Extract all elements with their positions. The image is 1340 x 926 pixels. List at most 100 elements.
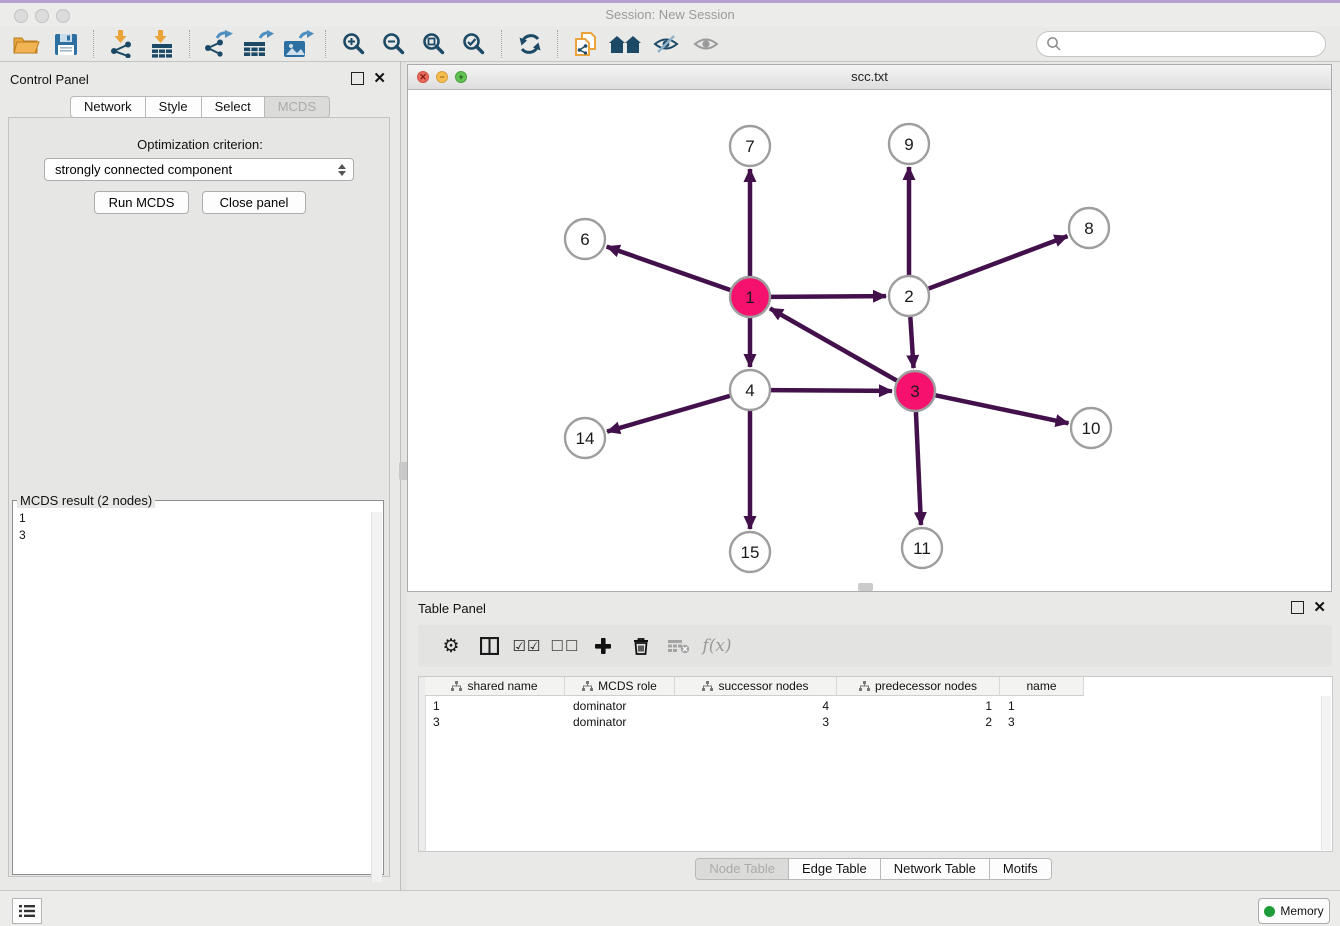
column-header-predecessor-nodes[interactable]: predecessor nodes (837, 677, 1000, 696)
close-window-icon[interactable] (14, 9, 28, 23)
table-toolbar: ⚙ ☑☑ ☐☐ (418, 625, 1332, 667)
split-view-button[interactable] (470, 637, 508, 655)
tab-select[interactable]: Select (202, 96, 265, 118)
zoom-window-icon[interactable] (56, 9, 70, 23)
close-panel-button[interactable]: Close panel (202, 191, 306, 214)
control-panel: Control Panel ✕ NetworkStyleSelectMCDS O… (0, 62, 400, 890)
run-mcds-button[interactable]: Run MCDS (94, 191, 189, 214)
control-panel-tabs: NetworkStyleSelectMCDS (0, 96, 400, 118)
cell-successor-nodes[interactable]: 4 (675, 698, 837, 714)
graph-edge-2-8[interactable] (929, 236, 1068, 288)
graph-edge-3-11[interactable] (916, 412, 921, 525)
zoom-selected-button[interactable] (454, 28, 494, 60)
tab-node-table[interactable]: Node Table (695, 858, 789, 880)
export-image-button[interactable] (278, 28, 318, 60)
task-history-button[interactable] (12, 898, 42, 924)
tab-network-table[interactable]: Network Table (881, 858, 990, 880)
memory-button[interactable]: Memory (1258, 898, 1330, 924)
delete-table-button[interactable] (660, 639, 698, 654)
import-table-icon (148, 30, 176, 58)
close-table-panel-icon[interactable]: ✕ (1313, 602, 1326, 613)
tab-style[interactable]: Style (146, 96, 202, 118)
tab-edge-table[interactable]: Edge Table (789, 858, 881, 880)
zoom-out-icon (382, 32, 406, 56)
graph-node-label-11: 11 (913, 539, 931, 558)
deselect-all-columns-button[interactable]: ☐☐ (546, 637, 584, 655)
refresh-button[interactable] (510, 28, 550, 60)
zoom-fit-button[interactable] (414, 28, 454, 60)
optimization-criterion-label: Optimization criterion: (0, 137, 400, 152)
cell-predecessor-nodes[interactable]: 2 (837, 714, 1000, 730)
cell-name[interactable]: 3 (1000, 714, 1084, 730)
import-network-button[interactable] (102, 28, 142, 60)
graph-node-label-3: 3 (910, 382, 919, 401)
network-maximize-icon[interactable]: + (455, 71, 467, 83)
tab-mcds[interactable]: MCDS (265, 96, 330, 118)
search-input[interactable] (1036, 31, 1326, 57)
import-table-button[interactable] (142, 28, 182, 60)
graph-edge-2-3[interactable] (910, 317, 913, 368)
tab-network[interactable]: Network (70, 96, 146, 118)
column-header-successor-nodes[interactable]: successor nodes (675, 677, 837, 696)
toolbar-separator (325, 30, 327, 58)
cell-successor-nodes[interactable]: 3 (675, 714, 837, 730)
delete-row-button[interactable] (622, 637, 660, 655)
graph-edge-4-3[interactable] (771, 390, 892, 391)
float-panel-icon[interactable] (351, 72, 364, 85)
graph-node-label-2: 2 (904, 287, 913, 306)
tab-motifs[interactable]: Motifs (990, 858, 1052, 880)
mcds-result-scrollbar[interactable] (371, 512, 382, 882)
close-panel-icon[interactable]: ✕ (373, 73, 386, 84)
table-scrollbar[interactable] (1321, 696, 1331, 850)
column-header-label: MCDS role (598, 679, 657, 693)
table-row[interactable]: 3dominator323 (425, 714, 1084, 730)
table-panel-title: Table Panel (418, 601, 486, 616)
export-table-icon (242, 30, 274, 58)
cell-shared-name[interactable]: 3 (425, 714, 565, 730)
eye-slash-icon (653, 33, 679, 55)
hide-selected-button[interactable] (646, 28, 686, 60)
zoom-out-button[interactable] (374, 28, 414, 60)
add-row-button[interactable] (584, 637, 622, 655)
graph-edge-4-14[interactable] (607, 396, 730, 432)
new-network-from-selection-button[interactable] (566, 28, 606, 60)
cell-predecessor-nodes[interactable]: 1 (837, 698, 1000, 714)
float-table-panel-icon[interactable] (1291, 601, 1304, 614)
select-all-columns-button[interactable]: ☑☑ (508, 637, 546, 655)
zoom-selected-icon (462, 32, 486, 56)
table-panel: Table Panel ✕ ⚙ ☑☑ ☐☐ (407, 592, 1340, 890)
control-panel-title: Control Panel (10, 72, 89, 87)
zoom-in-button[interactable] (334, 28, 374, 60)
criterion-dropdown[interactable]: strongly connected component (44, 158, 354, 181)
network-minimize-icon[interactable]: − (436, 71, 448, 83)
graph-edge-3-10[interactable] (936, 395, 1069, 423)
cell-mcds-role[interactable]: dominator (565, 698, 675, 714)
home-button[interactable] (606, 28, 646, 60)
node-table[interactable]: shared name MCDS role successor nodesprede… (418, 676, 1333, 852)
hierarchy-icon (859, 681, 870, 692)
table-row[interactable]: 1dominator411 (425, 698, 1084, 714)
export-table-button[interactable] (238, 28, 278, 60)
network-close-icon[interactable]: ✕ (417, 71, 429, 83)
function-builder-button[interactable]: f(x) (698, 636, 736, 656)
cell-name[interactable]: 1 (1000, 698, 1084, 714)
column-header-shared-name[interactable]: shared name (425, 677, 565, 696)
graph-edge-1-6[interactable] (607, 247, 730, 290)
open-session-button[interactable] (6, 28, 46, 60)
horizontal-splitter-handle[interactable] (858, 583, 873, 591)
cell-mcds-role[interactable]: dominator (565, 714, 675, 730)
cell-shared-name[interactable]: 1 (425, 698, 565, 714)
list-icon (19, 904, 35, 918)
graph-edge-1-2[interactable] (771, 296, 886, 297)
export-network-button[interactable] (198, 28, 238, 60)
table-settings-button[interactable]: ⚙ (432, 635, 470, 658)
delete-table-icon (668, 639, 690, 654)
network-graph-canvas[interactable]: 7968124314101511 (408, 90, 1331, 591)
gear-icon: ⚙ (442, 635, 459, 658)
show-all-button[interactable] (686, 28, 726, 60)
column-header-mcds-role[interactable]: MCDS role (565, 677, 675, 696)
save-session-button[interactable] (46, 28, 86, 60)
minimize-window-icon[interactable] (35, 9, 49, 23)
column-header-name[interactable]: name (1000, 677, 1084, 696)
graph-edge-3-1[interactable] (770, 308, 897, 380)
